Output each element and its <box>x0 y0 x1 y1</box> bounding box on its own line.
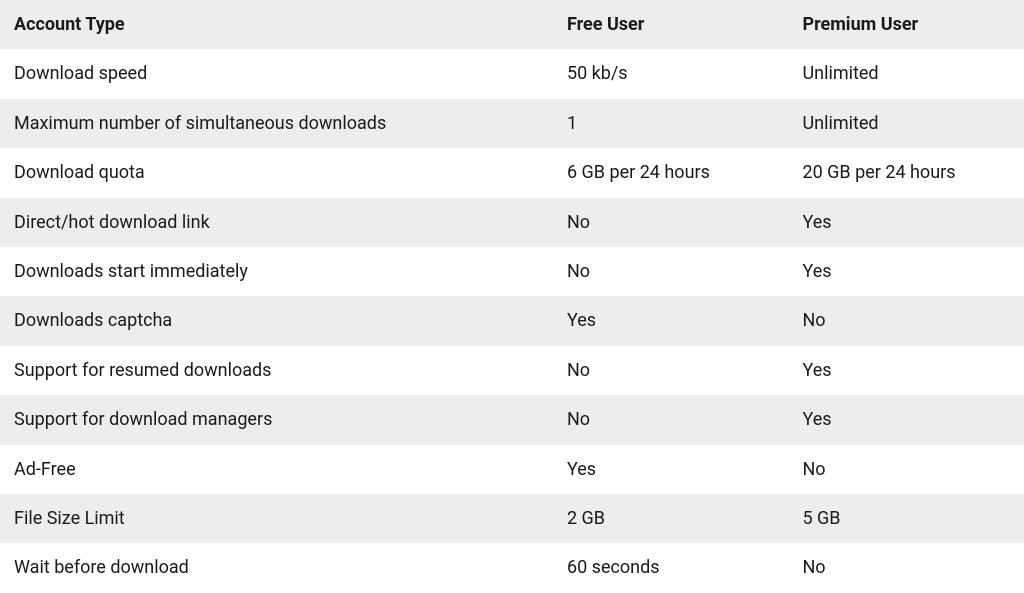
cell-feature: Support for download managers <box>0 395 553 444</box>
cell-premium: Yes <box>788 198 1024 247</box>
header-free-user: Free User <box>553 0 789 49</box>
table-row: File Size Limit 2 GB 5 GB <box>0 494 1024 543</box>
cell-premium: Unlimited <box>788 49 1024 98</box>
cell-feature: Download speed <box>0 49 553 98</box>
cell-feature: Support for resumed downloads <box>0 346 553 395</box>
cell-feature: Direct/hot download link <box>0 198 553 247</box>
cell-premium: No <box>788 445 1024 494</box>
table-row: Downloads captcha Yes No <box>0 296 1024 345</box>
cell-free: 6 GB per 24 hours <box>553 148 789 197</box>
cell-premium: Unlimited <box>788 99 1024 148</box>
table-header-row: Account Type Free User Premium User <box>0 0 1024 49</box>
table-row: Maximum number of simultaneous downloads… <box>0 99 1024 148</box>
table-row: Ad-Free Yes No <box>0 445 1024 494</box>
cell-free: 2 GB <box>553 494 789 543</box>
cell-free: 50 kb/s <box>553 49 789 98</box>
table-row: Download speed 50 kb/s Unlimited <box>0 49 1024 98</box>
cell-premium: Yes <box>788 346 1024 395</box>
cell-premium: 5 GB <box>788 494 1024 543</box>
table-body: Download speed 50 kb/s Unlimited Maximum… <box>0 49 1024 592</box>
table-row: Support for download managers No Yes <box>0 395 1024 444</box>
header-premium-user: Premium User <box>788 0 1024 49</box>
cell-free: Yes <box>553 296 789 345</box>
cell-premium: Yes <box>788 247 1024 296</box>
header-feature: Account Type <box>0 0 553 49</box>
cell-free: No <box>553 346 789 395</box>
cell-feature: Ad-Free <box>0 445 553 494</box>
cell-premium: 20 GB per 24 hours <box>788 148 1024 197</box>
cell-free: No <box>553 395 789 444</box>
cell-free: 1 <box>553 99 789 148</box>
cell-feature: Downloads start immediately <box>0 247 553 296</box>
table-row: Support for resumed downloads No Yes <box>0 346 1024 395</box>
cell-free: No <box>553 247 789 296</box>
cell-feature: File Size Limit <box>0 494 553 543</box>
cell-feature: Maximum number of simultaneous downloads <box>0 99 553 148</box>
table-row: Download quota 6 GB per 24 hours 20 GB p… <box>0 148 1024 197</box>
table-row: Direct/hot download link No Yes <box>0 198 1024 247</box>
comparison-table: Account Type Free User Premium User Down… <box>0 0 1024 593</box>
cell-feature: Downloads captcha <box>0 296 553 345</box>
table-row: Downloads start immediately No Yes <box>0 247 1024 296</box>
cell-premium: No <box>788 296 1024 345</box>
cell-free: No <box>553 198 789 247</box>
cell-free: Yes <box>553 445 789 494</box>
cell-premium: Yes <box>788 395 1024 444</box>
cell-feature: Download quota <box>0 148 553 197</box>
